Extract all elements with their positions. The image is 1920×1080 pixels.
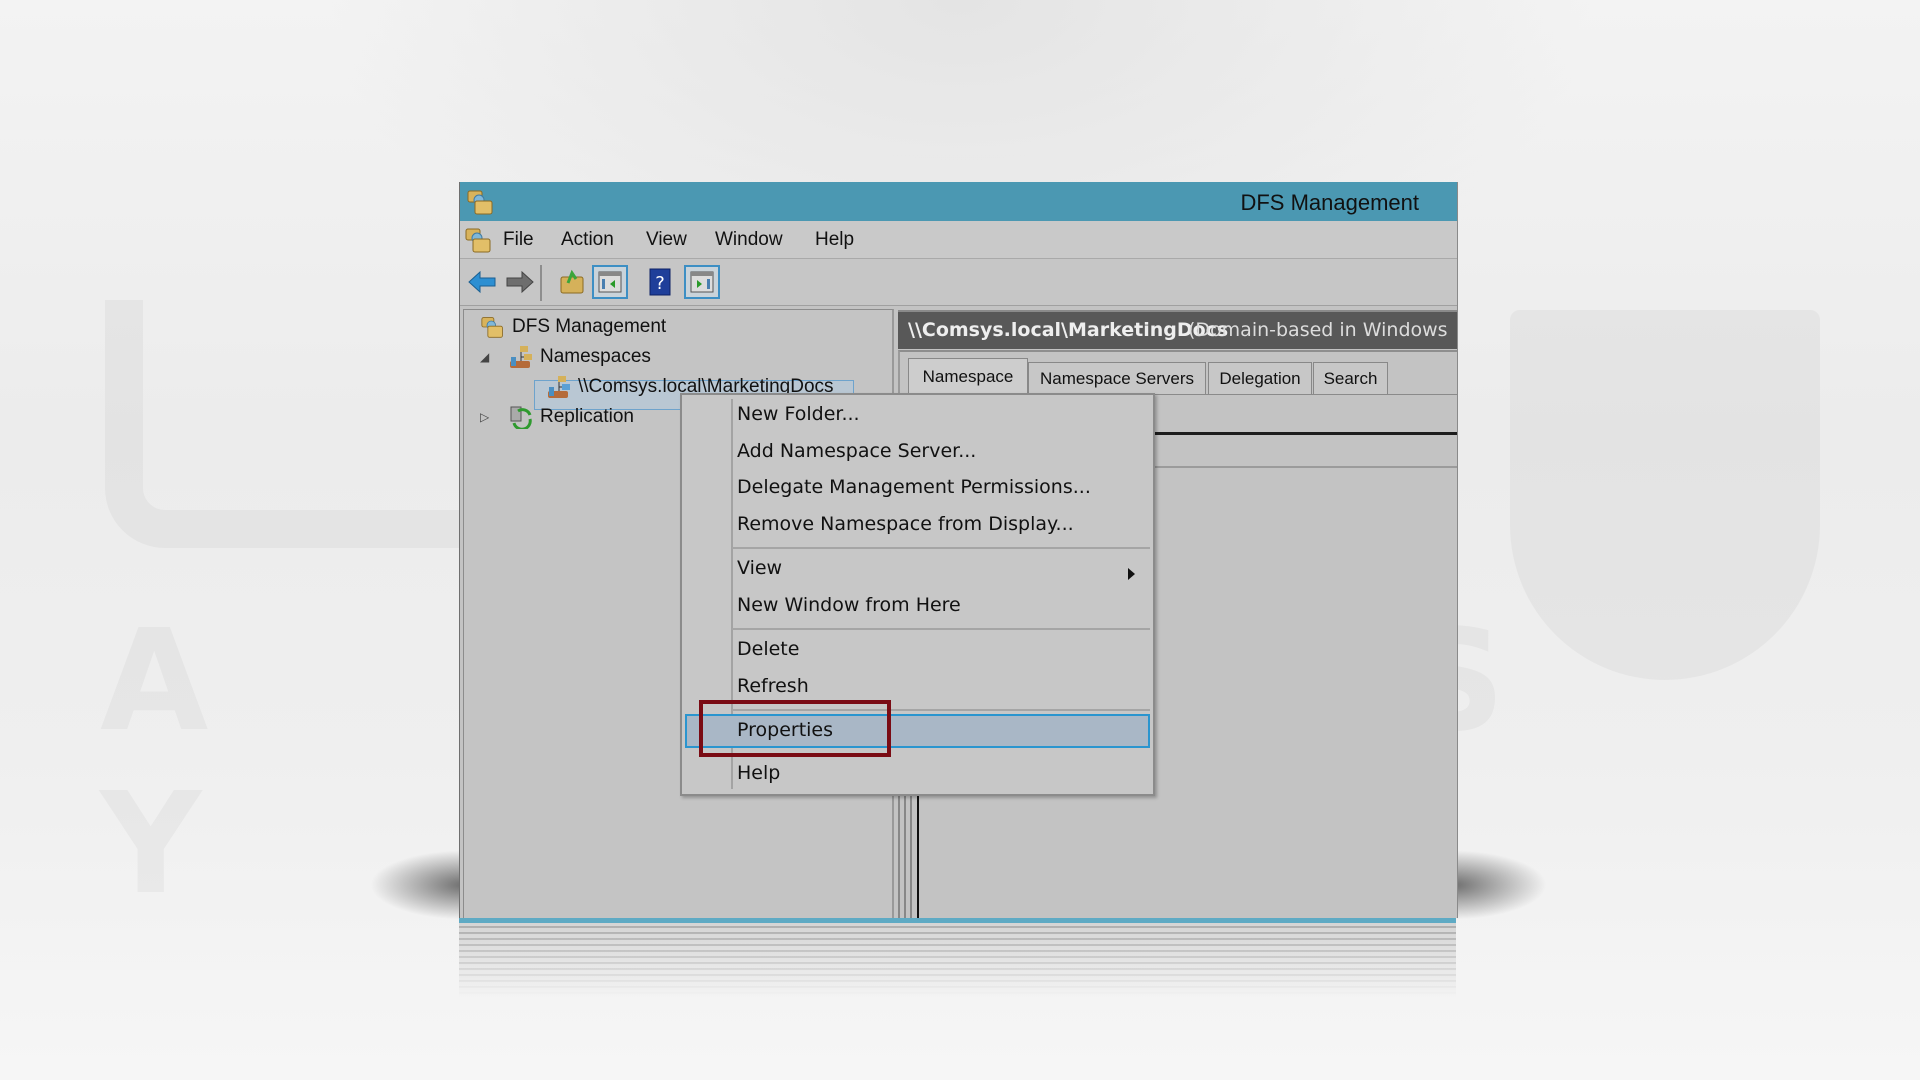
forward-arrow-icon [506, 270, 534, 294]
tree-label: Namespaces [540, 346, 651, 367]
properties-callout-box [699, 700, 891, 757]
namespaces-icon [508, 345, 534, 369]
menu-view[interactable]: View [646, 229, 687, 251]
tab-namespace[interactable]: Namespace [908, 358, 1028, 394]
menu-separator [732, 628, 1150, 630]
tree-node-dfs-management[interactable]: DFS Management [480, 313, 666, 341]
header-namespace-path: \\Comsys.local\MarketingDocs [908, 319, 1229, 341]
menu-item-delegate-permissions[interactable]: Delegate Management Permissions... [737, 476, 1091, 498]
menu-bar: File Action View Window Help [460, 221, 1457, 259]
menu-item-new-window[interactable]: New Window from Here [737, 594, 961, 616]
watermark-shield [1510, 310, 1820, 680]
reflection-content [459, 926, 1456, 996]
back-arrow-icon [468, 270, 496, 294]
show-hide-console-tree-icon [598, 271, 622, 293]
menu-item-view[interactable]: View [737, 557, 782, 579]
tab-delegation[interactable]: Delegation [1208, 362, 1312, 394]
title-bar[interactable]: DFS Management [460, 182, 1457, 221]
menu-item-remove-namespace[interactable]: Remove Namespace from Display... [737, 513, 1074, 535]
details-header: \\Comsys.local\MarketingDocs (Domain-bas… [898, 310, 1457, 349]
help-button[interactable]: ? [642, 265, 678, 299]
tree-label: Replication [540, 406, 634, 427]
help-icon: ? [649, 268, 671, 296]
window-title: DFS Management [1240, 190, 1419, 215]
window-reflection [459, 918, 1456, 998]
toolbar-separator [540, 265, 542, 301]
menu-help[interactable]: Help [815, 229, 854, 251]
up-one-level-button[interactable] [554, 265, 590, 299]
pane-splitter[interactable] [898, 782, 920, 918]
menu-item-refresh[interactable]: Refresh [737, 675, 809, 697]
menu-action[interactable]: Action [561, 229, 614, 251]
show-hide-action-pane-icon [690, 271, 714, 293]
show-hide-action-pane-button[interactable] [684, 265, 720, 299]
svg-text:?: ? [655, 273, 665, 294]
show-hide-console-tree-button[interactable] [592, 265, 628, 299]
reflection-titlebar [459, 918, 1456, 923]
window-shadow-right [1452, 850, 1547, 920]
expand-arrow-icon[interactable]: ▷ [480, 410, 496, 424]
collapse-arrow-icon[interactable]: ◢ [480, 350, 496, 364]
menu-item-delete[interactable]: Delete [737, 638, 799, 660]
menu-item-help[interactable]: Help [737, 762, 780, 784]
tree-node-namespaces[interactable]: ◢ Namespaces [480, 343, 651, 371]
namespace-icon [546, 375, 572, 399]
menu-item-new-folder[interactable]: New Folder... [737, 403, 860, 425]
menu-item-add-namespace-server[interactable]: Add Namespace Server... [737, 440, 976, 462]
toolbar: ? [460, 259, 1457, 306]
header-namespace-type: (Domain-based in Windows [1188, 319, 1448, 341]
menu-separator [732, 547, 1150, 549]
system-menu-icon[interactable] [464, 226, 494, 258]
window-shadow-left [370, 850, 465, 920]
tab-search[interactable]: Search [1313, 362, 1388, 394]
tab-namespace-servers[interactable]: Namespace Servers [1028, 362, 1206, 394]
forward-button[interactable] [502, 265, 538, 299]
dfs-app-icon [466, 188, 496, 220]
up-one-level-icon [560, 269, 584, 294]
dfs-management-icon [480, 315, 506, 339]
replication-icon [508, 405, 534, 431]
menu-window[interactable]: Window [715, 229, 783, 251]
tree-node-replication[interactable]: ▷ Replication [480, 403, 634, 431]
submenu-arrow-icon [1128, 568, 1135, 580]
menu-file[interactable]: File [503, 229, 534, 251]
tree-label: DFS Management [512, 316, 667, 337]
back-button[interactable] [464, 265, 500, 299]
